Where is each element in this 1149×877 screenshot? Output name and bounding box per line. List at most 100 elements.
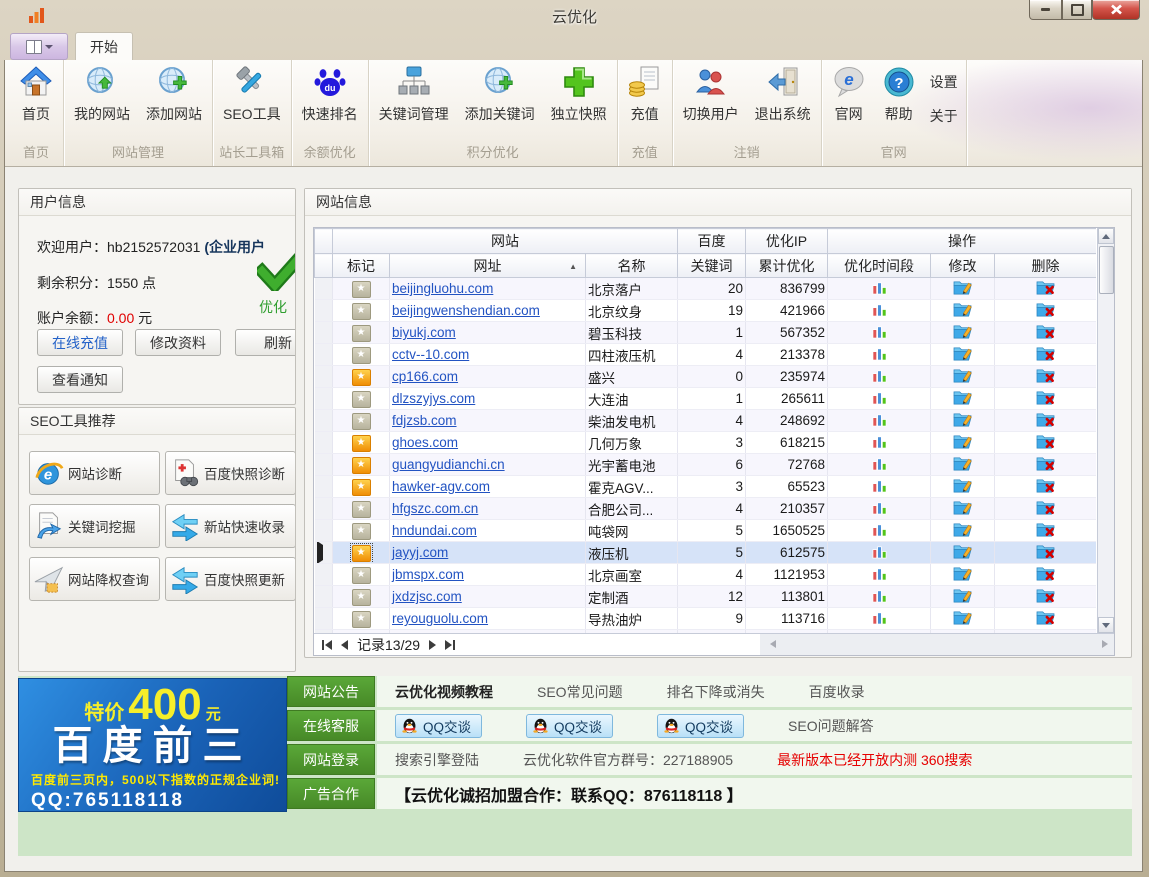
table-row[interactable]: ★ jxdzjsc.com 定制酒 12 113801 — [315, 586, 1097, 608]
view-notices-button[interactable]: 查看通知 — [37, 366, 123, 393]
table-row[interactable]: ★ cp166.com 盛兴 0 235974 — [315, 366, 1097, 388]
ribbon-button[interactable]: SEO工具 — [215, 60, 289, 136]
site-url-link[interactable]: reyouguolu.com — [392, 611, 488, 626]
announcement-link[interactable]: 百度收录 — [809, 682, 865, 702]
edit-button[interactable] — [953, 455, 972, 472]
maximize-button[interactable] — [1062, 0, 1092, 20]
table-row[interactable]: ★ ghoes.com 几何万象 3 618215 — [315, 432, 1097, 454]
site-url-link[interactable]: hndundai.com — [392, 523, 477, 538]
star-toggle[interactable]: ★ — [352, 457, 371, 474]
seo-tool-button[interactable]: 关键词挖掘 — [29, 504, 160, 548]
scroll-down-button[interactable] — [1098, 617, 1114, 633]
site-url-link[interactable]: fdjzsb.com — [392, 413, 457, 428]
minimize-button[interactable] — [1029, 0, 1062, 20]
edit-button[interactable] — [953, 323, 972, 340]
horizontal-scrollbar[interactable] — [760, 633, 1114, 655]
site-url-link[interactable]: dlzszyjys.com — [392, 391, 475, 406]
edit-button[interactable] — [953, 543, 972, 560]
scrollbar-thumb[interactable] — [1099, 246, 1114, 294]
delete-button[interactable] — [1036, 411, 1055, 428]
time-range-button[interactable] — [871, 500, 888, 515]
time-range-button[interactable] — [871, 302, 888, 317]
qq-chat-button[interactable]: QQ交谈 — [657, 714, 744, 738]
seo-tool-button[interactable]: e网站诊断 — [29, 451, 160, 495]
site-url-link[interactable]: jxdzjsc.com — [392, 589, 462, 604]
time-range-button[interactable] — [871, 522, 888, 537]
ribbon-button[interactable]: 添加关键词 — [457, 60, 543, 136]
column-header[interactable]: 标记 — [333, 254, 390, 278]
time-range-button[interactable] — [871, 588, 888, 603]
seo-tool-button[interactable]: 网站降权查询 — [29, 557, 160, 601]
edit-button[interactable] — [953, 389, 972, 406]
edit-button[interactable] — [953, 367, 972, 384]
edit-button[interactable] — [953, 279, 972, 296]
delete-button[interactable] — [1036, 587, 1055, 604]
seo-tool-button[interactable]: 百度快照诊断 — [165, 451, 296, 495]
edit-button[interactable] — [953, 301, 972, 318]
ribbon-small-button[interactable]: 设置 — [930, 72, 958, 92]
qq-chat-button[interactable]: QQ交谈 — [395, 714, 482, 738]
time-range-button[interactable] — [871, 324, 888, 339]
app-menu-button[interactable] — [10, 33, 68, 60]
star-toggle[interactable]: ★ — [352, 545, 371, 562]
ribbon-button[interactable]: 添加网站 — [138, 60, 210, 136]
seo-tool-button[interactable]: 百度快照更新 — [165, 557, 296, 601]
time-range-button[interactable] — [871, 544, 888, 559]
time-range-button[interactable] — [871, 610, 888, 625]
time-range-button[interactable] — [871, 368, 888, 383]
column-header[interactable]: 优化时间段 — [828, 254, 931, 278]
column-header[interactable]: 网址▲ — [390, 254, 586, 278]
time-range-button[interactable] — [871, 478, 888, 493]
star-toggle[interactable]: ★ — [352, 413, 371, 430]
site-url-link[interactable]: cctv--10.com — [392, 347, 469, 362]
table-row[interactable]: ★ jayyj.com 液压机 5 612575 — [315, 542, 1097, 564]
delete-button[interactable] — [1036, 301, 1055, 318]
table-row[interactable]: ★ hawker-agv.com 霍克AGV... 3 65523 — [315, 476, 1097, 498]
pager-last-button[interactable] — [445, 638, 455, 652]
time-range-button[interactable] — [871, 566, 888, 581]
edit-button[interactable] — [953, 587, 972, 604]
site-url-link[interactable]: beijingluohu.com — [392, 281, 493, 296]
star-toggle[interactable]: ★ — [352, 325, 371, 342]
time-range-button[interactable] — [871, 412, 888, 427]
site-url-link[interactable]: biyukj.com — [392, 325, 456, 340]
time-range-button[interactable] — [871, 434, 888, 449]
star-toggle[interactable]: ★ — [352, 523, 371, 540]
announcement-link[interactable]: 搜索引擎登陆 — [395, 750, 479, 770]
star-toggle[interactable]: ★ — [352, 501, 371, 518]
edit-button[interactable] — [953, 499, 972, 516]
ribbon-button[interactable]: 充值 — [620, 60, 670, 136]
ribbon-button[interactable]: ?帮助 — [874, 60, 924, 136]
time-range-button[interactable] — [871, 390, 888, 405]
delete-button[interactable] — [1036, 345, 1055, 362]
ribbon-button[interactable]: 切换用户 — [675, 60, 747, 136]
star-toggle[interactable]: ★ — [352, 567, 371, 584]
delete-button[interactable] — [1036, 609, 1055, 626]
edit-button[interactable] — [953, 565, 972, 582]
delete-button[interactable] — [1036, 389, 1055, 406]
star-toggle[interactable]: ★ — [352, 391, 371, 408]
star-toggle[interactable]: ★ — [352, 303, 371, 320]
column-header[interactable]: 删除 — [995, 254, 1096, 278]
delete-button[interactable] — [1036, 367, 1055, 384]
ad-banner[interactable]: 特价400元 百度前三 百度前三页内，500以下指数的正规企业词! QQ:765… — [18, 678, 287, 812]
close-button[interactable] — [1092, 0, 1140, 20]
table-row[interactable]: ★ hndundai.com 吨袋网 5 1650525 — [315, 520, 1097, 542]
ribbon-button[interactable]: du快速排名 — [294, 60, 366, 136]
delete-button[interactable] — [1036, 279, 1055, 296]
pager-first-button[interactable] — [322, 638, 332, 652]
site-url-link[interactable]: hfgszc.com.cn — [392, 501, 478, 516]
announcement-link[interactable]: SEO常见问题 — [537, 682, 623, 702]
table-row[interactable]: ★ guangyudianchi.cn 光宇蓄电池 6 72768 — [315, 454, 1097, 476]
time-range-button[interactable] — [871, 346, 888, 361]
star-toggle[interactable]: ★ — [352, 435, 371, 452]
delete-button[interactable] — [1036, 499, 1055, 516]
ribbon-button[interactable]: 独立快照 — [543, 60, 615, 136]
ribbon-small-button[interactable]: 关于 — [930, 106, 958, 126]
star-toggle[interactable]: ★ — [352, 479, 371, 496]
table-row[interactable]: ★ beijingwenshendian.com 北京纹身 19 421966 — [315, 300, 1097, 322]
site-url-link[interactable]: beijingwenshendian.com — [392, 303, 540, 318]
site-url-link[interactable]: hawker-agv.com — [392, 479, 490, 494]
star-toggle[interactable]: ★ — [352, 369, 371, 386]
announcement-link[interactable]: SEO问题解答 — [788, 716, 874, 736]
